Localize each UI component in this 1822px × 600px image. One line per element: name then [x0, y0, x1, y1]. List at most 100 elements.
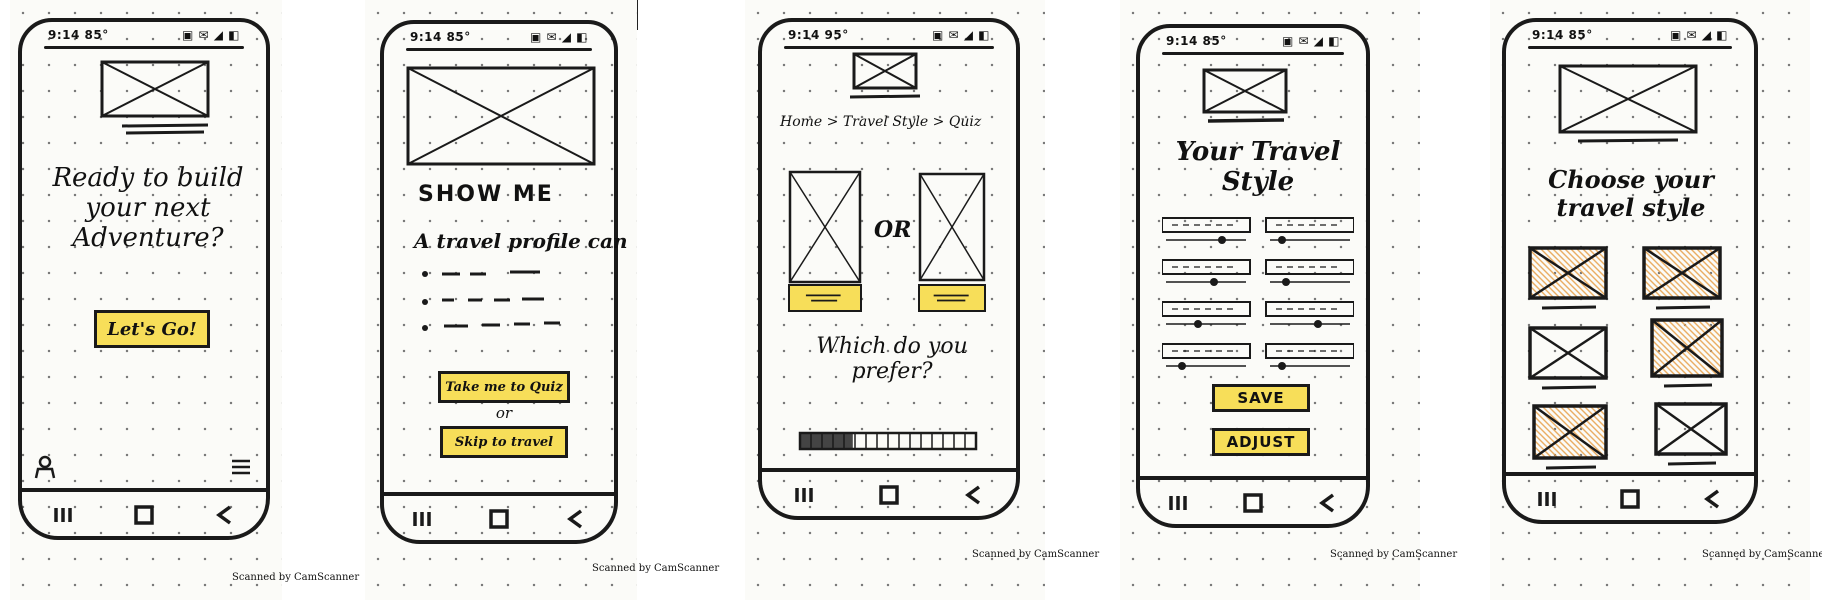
option-a-image[interactable] [788, 170, 862, 284]
scan-footer-2: Scanned by CamScanner [592, 563, 720, 574]
back-icon[interactable] [959, 480, 989, 510]
style-slider[interactable] [1162, 343, 1251, 370]
menu-icon[interactable] [226, 452, 256, 482]
style-slider[interactable] [1162, 217, 1251, 244]
phone-screen-2: 9:14 85° ▣ ✉ ◢ ◧ SHOW ME A travel profil… [380, 20, 628, 544]
card-caption [1663, 383, 1713, 388]
status-icons: ▣ ✉ ◢ ◧ [932, 28, 990, 42]
title-line-1: Choose your [1548, 165, 1714, 194]
status-bar: 9:14 85° ▣ ✉ ◢ ◧ [1166, 30, 1340, 52]
status-bar: 9:14 95° ▣ ✉ ◢ ◧ [788, 24, 990, 46]
take-me-to-quiz-button[interactable]: Take me to Quiz [438, 371, 570, 403]
travel-style-card[interactable] [1528, 246, 1608, 310]
status-time: 9:14 [48, 28, 80, 42]
home-icon[interactable] [1238, 488, 1268, 518]
headline-line-3: Adventure? [72, 222, 224, 253]
option-a-label[interactable] [788, 284, 862, 312]
slider-knob[interactable] [1282, 278, 1290, 286]
logo-placeholder [1202, 68, 1288, 114]
back-icon[interactable] [210, 500, 240, 530]
style-slider[interactable] [1162, 259, 1251, 286]
scan-footer-4: Scanned by CamScanner [1330, 549, 1458, 560]
status-icons: ▣ ✉ ◢ ◧ [1282, 34, 1340, 48]
back-icon[interactable] [561, 504, 591, 534]
scan-footer-5: Scanned by CamScanner [1702, 549, 1822, 560]
style-sliders-grid[interactable] [1162, 216, 1354, 386]
style-slider[interactable] [1265, 301, 1354, 328]
status-icons: ▣ ✉ ◢ ◧ [182, 28, 240, 42]
slider-knob[interactable] [1210, 278, 1218, 286]
hero-caption-lines [120, 122, 210, 136]
page-title: Your Travel Style [1158, 137, 1358, 198]
status-divider [44, 46, 244, 49]
slider-knob[interactable] [1278, 362, 1286, 370]
title-line-2: Style [1221, 166, 1295, 197]
hero-underline [1576, 136, 1680, 146]
travel-style-card[interactable] [1654, 402, 1728, 466]
recent-apps-icon[interactable] [1532, 484, 1562, 514]
status-time: 9:14 [1532, 28, 1564, 42]
status-divider [1162, 52, 1344, 55]
hero-image-placeholder [1558, 64, 1698, 134]
sheet-divider [637, 0, 638, 30]
android-nav-bar [1506, 472, 1754, 522]
recent-apps-icon[interactable] [789, 480, 819, 510]
title-line-1: Your Travel [1175, 137, 1341, 167]
phone-screen-5: 9:14 85° ▣ ✉ ◢ ◧ Choose your travel styl… [1502, 18, 1758, 524]
logo-placeholder [852, 52, 918, 90]
slider-knob[interactable] [1178, 362, 1186, 370]
style-slider[interactable] [1265, 343, 1354, 370]
save-button[interactable]: SAVE [1212, 384, 1310, 412]
question-line-2: prefer? [851, 359, 933, 385]
option-b-image[interactable] [918, 172, 986, 282]
back-icon[interactable] [1698, 484, 1728, 514]
style-slider[interactable] [1265, 217, 1354, 244]
lets-go-button[interactable]: Let's Go! [94, 310, 210, 348]
recent-apps-icon[interactable] [48, 500, 78, 530]
travel-style-grid[interactable] [1526, 244, 1740, 476]
slider-knob[interactable] [1278, 236, 1286, 244]
phone-screen-4: 9:14 85° ▣ ✉ ◢ ◧ Your Travel Style SAVE … [1136, 24, 1370, 528]
status-info: 85° [1568, 28, 1593, 42]
back-icon[interactable] [1313, 488, 1343, 518]
recent-apps-icon[interactable] [407, 504, 437, 534]
status-time: 9:14 [1166, 34, 1198, 48]
travel-style-card[interactable] [1528, 326, 1608, 390]
breadcrumb[interactable]: Home > Travel Style > Quiz [780, 114, 1010, 130]
profile-icon[interactable] [30, 452, 60, 482]
hero-image-placeholder [406, 66, 596, 166]
card-caption [1655, 305, 1711, 310]
page-title: Choose your travel style [1524, 166, 1738, 221]
status-time: 9:14 [788, 28, 820, 42]
style-slider[interactable] [1162, 301, 1251, 328]
slider-knob[interactable] [1314, 320, 1322, 328]
headline-line-1: Ready to build [52, 163, 244, 193]
hero-image-placeholder [100, 60, 210, 118]
android-nav-bar [1140, 476, 1366, 526]
travel-style-card[interactable] [1642, 246, 1722, 310]
status-info: 85° [84, 28, 109, 42]
subtitle: A travel profile can [414, 229, 628, 253]
slider-knob[interactable] [1194, 320, 1202, 328]
home-icon[interactable] [129, 500, 159, 530]
home-icon[interactable] [1615, 484, 1645, 514]
home-icon[interactable] [874, 480, 904, 510]
quiz-progress-bar [798, 430, 978, 452]
style-slider[interactable] [1265, 259, 1354, 286]
phone-screen-3: 9:14 95° ▣ ✉ ◢ ◧ Home > Travel Style > Q… [758, 18, 1020, 520]
adjust-button[interactable]: ADJUST [1212, 428, 1310, 456]
scan-footer-1: Scanned by CamScanner [232, 572, 360, 583]
or-label: or [495, 404, 513, 422]
or-label: OR [874, 217, 912, 243]
recent-apps-icon[interactable] [1163, 488, 1193, 518]
travel-style-card[interactable] [1650, 318, 1724, 388]
android-nav-bar [22, 488, 266, 538]
travel-style-card[interactable] [1532, 404, 1608, 470]
home-icon[interactable] [484, 504, 514, 534]
bullet-list-placeholder [420, 264, 570, 344]
status-bar: 9:14 85° ▣ ✉ ◢ ◧ [48, 24, 240, 46]
skip-to-travel-button[interactable]: Skip to travel [440, 426, 568, 458]
logo-underline [1206, 116, 1286, 126]
option-b-label[interactable] [918, 284, 986, 312]
slider-knob[interactable] [1218, 236, 1226, 244]
